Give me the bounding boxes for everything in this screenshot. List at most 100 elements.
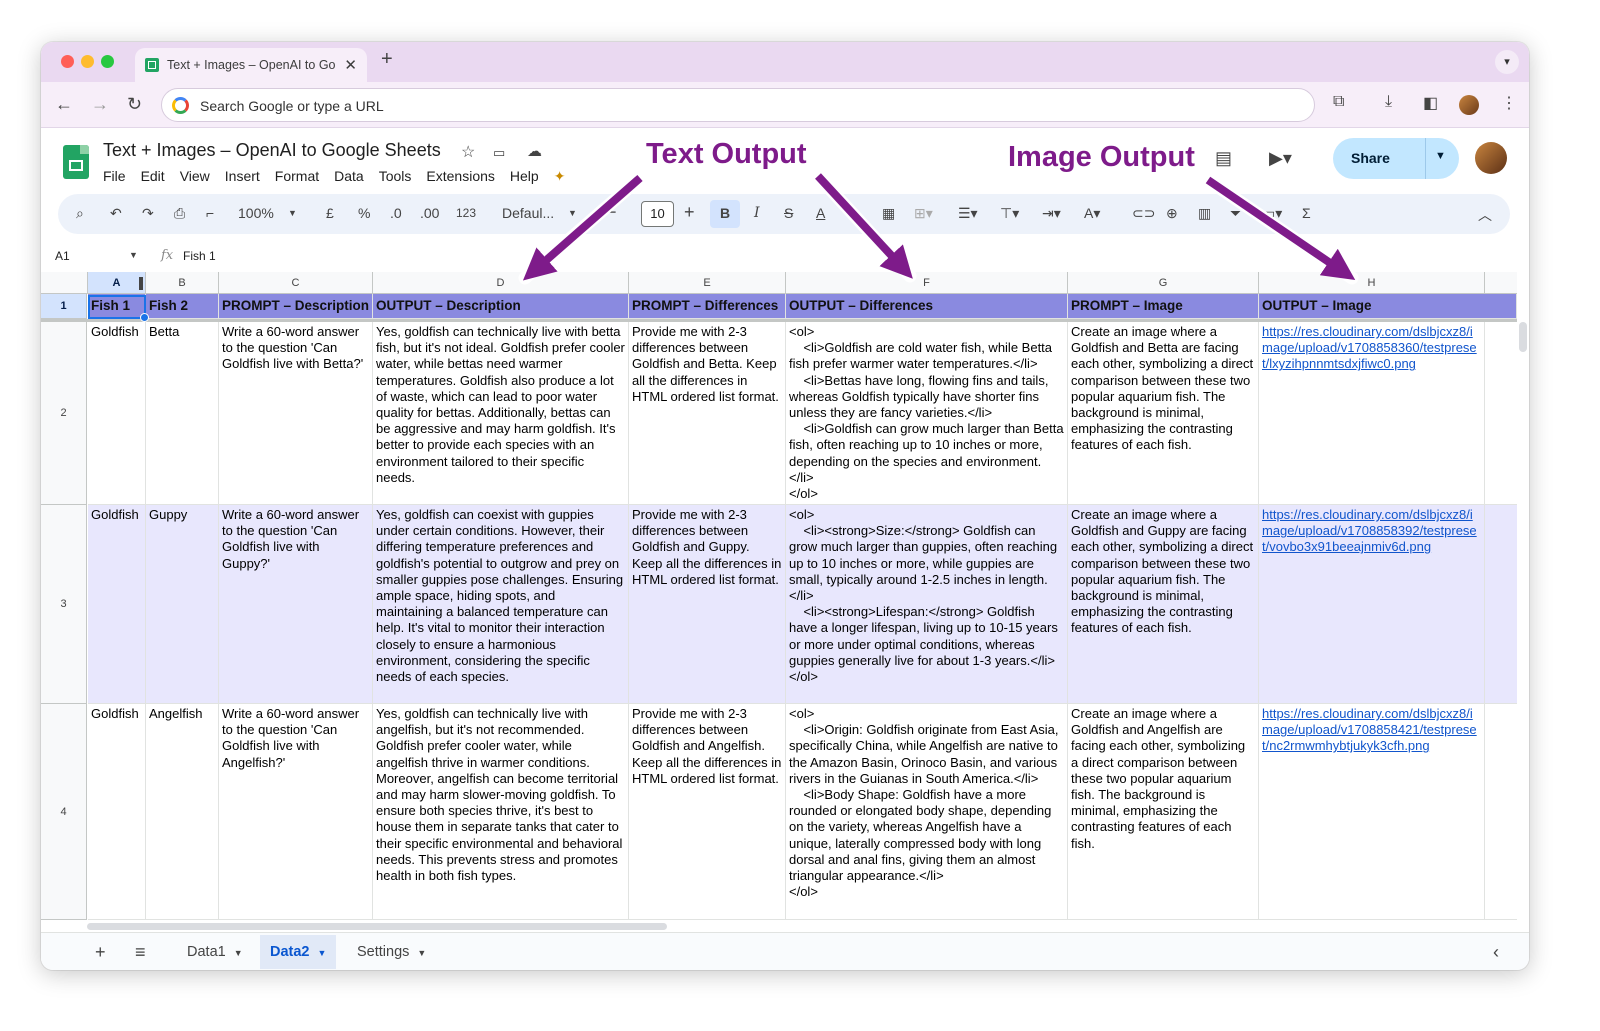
sidebar-toggle-chevron-icon[interactable]: ‹	[1493, 942, 1499, 963]
functions-button[interactable]: Σ	[1302, 205, 1311, 221]
sheet-tab-settings[interactable]: Settings ▼	[347, 935, 436, 969]
sheet-tab-data2[interactable]: Data2 ▼	[260, 935, 337, 969]
insert-comment-icon[interactable]: ⊕	[1166, 205, 1178, 222]
table-cell[interactable]: <ol> <li><strong>Size:</strong> Goldfish…	[786, 505, 1068, 704]
header-cell[interactable]: Fish 2	[146, 294, 219, 319]
select-all-corner[interactable]	[41, 272, 88, 294]
column-header-h[interactable]: H	[1259, 272, 1485, 294]
header-cell[interactable]: PROMPT – Differences	[629, 294, 786, 319]
row-header-4[interactable]: 4	[41, 704, 87, 920]
bold-button[interactable]: B	[720, 205, 730, 221]
zoom-select[interactable]: 100%	[238, 205, 274, 221]
header-cell[interactable]: OUTPUT – Differences	[786, 294, 1068, 319]
column-header-b[interactable]: B	[146, 272, 219, 294]
font-size-input[interactable]: 10	[641, 201, 674, 227]
column-header-a[interactable]: A	[88, 272, 146, 294]
column-header-g[interactable]: G	[1068, 272, 1259, 294]
back-icon[interactable]: ←	[55, 94, 73, 115]
browser-tab[interactable]: Text + Images – OpenAI to Go ✕	[135, 48, 367, 82]
text-color-icon[interactable]: A	[816, 205, 825, 221]
table-cell[interactable]: Create an image where a Goldfish and Ang…	[1068, 704, 1259, 920]
menu-data[interactable]: Data	[334, 168, 364, 185]
table-cell[interactable]: Yes, goldfish can coexist with guppies u…	[373, 505, 629, 704]
horizontal-scrollbar[interactable]	[87, 920, 1517, 932]
table-cell[interactable]: Write a 60-word answer to the question '…	[219, 322, 373, 505]
table-cell[interactable]: Goldfish	[88, 704, 146, 920]
column-header-c[interactable]: C	[219, 272, 373, 294]
image-link-cell[interactable]: https://res.cloudinary.com/dslbjcxz8/ima…	[1259, 704, 1485, 920]
image-link-cell[interactable]: https://res.cloudinary.com/dslbjcxz8/ima…	[1259, 322, 1485, 505]
table-cell[interactable]: Guppy	[146, 505, 219, 704]
merge-cells-icon[interactable]: ⊞▾	[914, 205, 933, 222]
party-popper-icon[interactable]: ✦	[554, 168, 566, 185]
sheet-tab-chevron-icon[interactable]: ▼	[234, 948, 243, 958]
table-cell[interactable]: Angelfish	[146, 704, 219, 920]
decrease-decimal-button[interactable]: .0	[390, 205, 402, 221]
table-cell[interactable]: Betta	[146, 322, 219, 505]
decrease-font-size-icon[interactable]: −	[606, 202, 617, 223]
percent-format-button[interactable]: %	[358, 205, 370, 221]
profile-avatar[interactable]	[1459, 95, 1479, 115]
italic-button[interactable]: I	[754, 205, 760, 221]
column-header-d[interactable]: D	[373, 272, 629, 294]
move-folder-icon[interactable]: ▭	[493, 145, 505, 161]
menu-help[interactable]: Help	[510, 168, 539, 185]
menu-format[interactable]: Format	[275, 168, 319, 185]
formula-input[interactable]: Fish 1	[183, 249, 216, 263]
strikethrough-icon[interactable]: S	[784, 205, 793, 221]
filter-views-icon[interactable]: ▭▾	[1262, 205, 1282, 222]
zoom-window-button[interactable]	[101, 55, 114, 68]
table-cell[interactable]: Provide me with 2-3 differences between …	[629, 505, 786, 704]
increase-decimal-button[interactable]: .00	[420, 205, 439, 221]
menu-file[interactable]: File	[103, 168, 126, 185]
text-wrapping-icon[interactable]: ⇥▾	[1042, 205, 1061, 222]
column-header-i[interactable]	[1485, 272, 1517, 294]
table-cell[interactable]: Goldfish	[88, 322, 146, 505]
sheet-tab-chevron-icon[interactable]: ▼	[318, 948, 327, 958]
print-icon[interactable]: ⎙	[174, 205, 185, 222]
header-cell[interactable]: Fish 1	[88, 294, 146, 319]
table-cell[interactable]: Create an image where a Goldfish and Gup…	[1068, 505, 1259, 704]
table-cell[interactable]	[1485, 322, 1517, 505]
column-header-f[interactable]: F	[786, 272, 1068, 294]
add-sheet-icon[interactable]: +	[95, 942, 106, 963]
fill-color-icon[interactable]: ◆	[848, 205, 859, 222]
insert-link-icon[interactable]: ⊂⊃	[1132, 205, 1155, 222]
header-cell[interactable]: OUTPUT – Description	[373, 294, 629, 319]
table-cell[interactable]: <ol> <li>Goldfish are cold water fish, w…	[786, 322, 1068, 505]
horizontal-scroll-thumb[interactable]	[87, 923, 667, 930]
header-cell[interactable]: PROMPT – Description	[219, 294, 373, 319]
column-resize-handle[interactable]	[139, 277, 143, 290]
table-cell[interactable]: Write a 60-word answer to the question '…	[219, 704, 373, 920]
comments-icon[interactable]: ▤	[1215, 148, 1232, 169]
paint-format-icon[interactable]: ⌐	[206, 205, 214, 221]
sheets-logo-icon[interactable]	[63, 145, 89, 179]
extensions-icon[interactable]: ⧉	[1333, 93, 1344, 111]
borders-icon[interactable]: ▦	[882, 205, 895, 222]
column-header-e[interactable]: E	[629, 272, 786, 294]
row-header-3[interactable]: 3	[41, 505, 87, 704]
all-sheets-icon[interactable]: ≡	[135, 942, 146, 963]
zoom-chevron-icon[interactable]: ▼	[288, 208, 297, 218]
table-cell[interactable]	[1485, 704, 1517, 920]
share-dropdown-icon[interactable]: ▼	[1435, 150, 1446, 162]
font-chevron-icon[interactable]: ▼	[568, 208, 577, 218]
increase-font-size-icon[interactable]: +	[684, 202, 695, 223]
header-cell[interactable]: PROMPT – Image	[1068, 294, 1259, 319]
menu-view[interactable]: View	[180, 168, 210, 185]
font-select[interactable]: Defaul...	[502, 205, 554, 221]
menu-insert[interactable]: Insert	[225, 168, 260, 185]
close-tab-icon[interactable]: ✕	[344, 56, 357, 74]
sheet-tab-chevron-icon[interactable]: ▼	[417, 948, 426, 958]
tab-search-button[interactable]: ▾	[1495, 50, 1519, 74]
browser-menu-icon[interactable]: ⋮	[1501, 93, 1517, 113]
meet-video-icon[interactable]: ▶▾	[1269, 148, 1292, 169]
forward-icon[interactable]: →	[91, 94, 109, 115]
insert-chart-icon[interactable]: ▥	[1198, 205, 1211, 222]
table-cell[interactable]: Yes, goldfish can technically live with …	[373, 704, 629, 920]
header-cell[interactable]: OUTPUT – Image	[1259, 294, 1517, 319]
star-icon[interactable]: ☆	[461, 142, 475, 162]
omnibox[interactable]: Search Google or type a URL	[161, 88, 1315, 122]
side-panel-icon[interactable]: ◧	[1423, 93, 1438, 113]
reload-icon[interactable]: ↻	[127, 94, 142, 115]
